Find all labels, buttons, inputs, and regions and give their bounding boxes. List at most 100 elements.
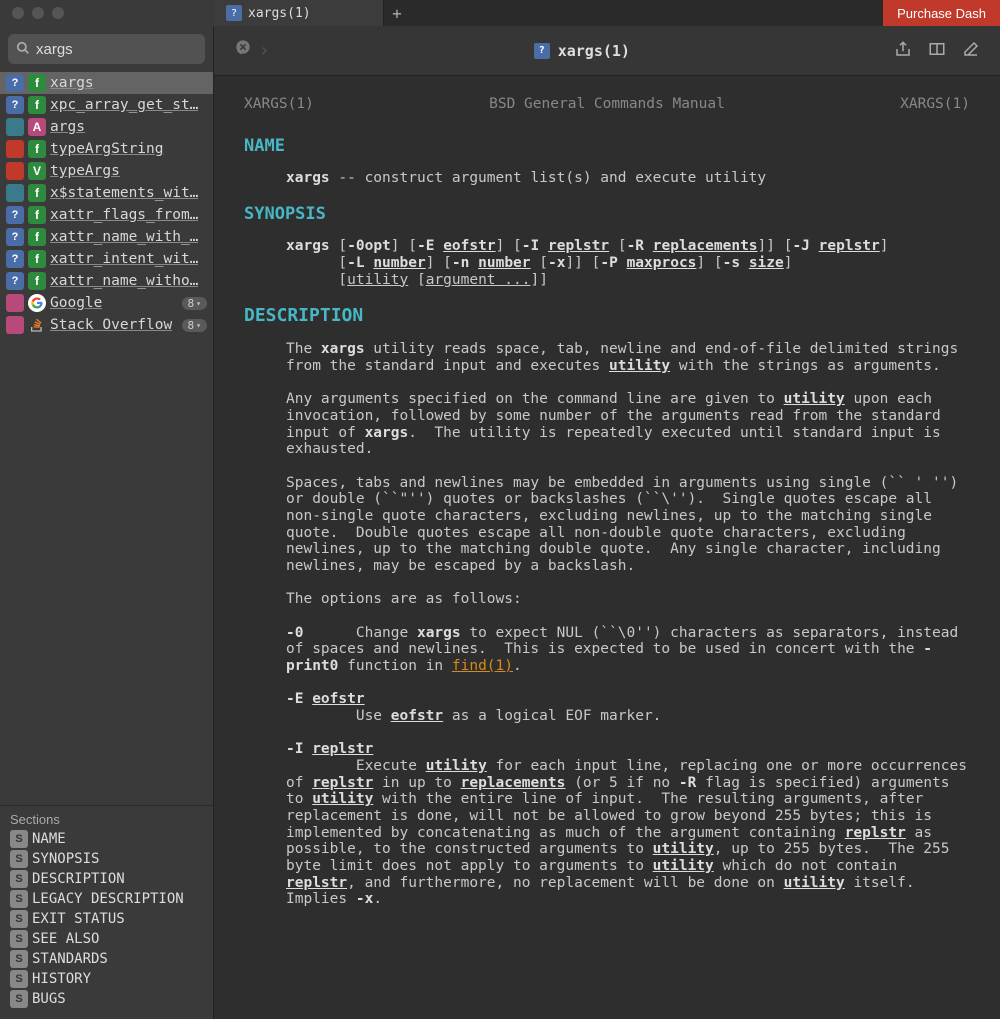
result-label: typeArgs <box>50 163 120 179</box>
section-label: DESCRIPTION <box>32 871 125 887</box>
section-item[interactable]: SSYNOPSIS <box>0 849 213 869</box>
section-item[interactable]: SDESCRIPTION <box>0 869 213 889</box>
result-row[interactable]: Google 8 ▾ <box>0 292 213 314</box>
synopsis-block: xargs [-0opt] [-E eofstr] [-I replstr [-… <box>244 238 970 288</box>
zoom-window[interactable] <box>52 7 64 19</box>
type-icon: A <box>28 118 46 136</box>
docset-icon: ? <box>6 272 24 290</box>
clear-search-icon[interactable] <box>235 39 251 59</box>
type-icon: f <box>28 184 46 202</box>
docset-icon: ? <box>6 206 24 224</box>
docset-icon: ? <box>6 74 24 92</box>
tab-xargs[interactable]: ? xargs(1) <box>214 0 384 26</box>
section-icon: S <box>10 990 28 1008</box>
section-label: HISTORY <box>32 971 91 987</box>
desc-p1: The xargs utility reads space, tab, newl… <box>244 341 970 374</box>
man-header-right: XARGS(1) <box>900 96 970 113</box>
search-input[interactable] <box>36 41 235 58</box>
section-icon: S <box>10 930 28 948</box>
docset-icon: ? <box>6 228 24 246</box>
section-label: EXIT STATUS <box>32 911 125 927</box>
result-label: x$statements_wit… <box>50 185 198 201</box>
desc-p4: The options are as follows: <box>244 591 970 608</box>
result-label: xpc_array_get_st… <box>50 97 198 113</box>
docset-icon <box>6 162 24 180</box>
result-row[interactable]: Aargs <box>0 116 213 138</box>
section-label: STANDARDS <box>32 951 108 967</box>
result-label: xattr_name_witho… <box>50 273 198 289</box>
option-I: -I replstr Execute utility for each inpu… <box>244 741 970 908</box>
result-label: xargs <box>50 75 94 91</box>
section-label: LEGACY DESCRIPTION <box>32 891 184 907</box>
section-item[interactable]: SEXIT STATUS <box>0 909 213 929</box>
result-label: Google <box>50 295 102 311</box>
docset-icon <box>6 316 24 334</box>
new-tab-button[interactable]: + <box>384 0 410 26</box>
manpage-content: XARGS(1) BSD General Commands Manual XAR… <box>214 76 1000 1019</box>
minimize-window[interactable] <box>32 7 44 19</box>
tabs-bar: ? xargs(1) + Purchase Dash <box>214 0 1000 26</box>
option-0: -0 Change xargs to expect NUL (``\0'') c… <box>244 625 970 675</box>
section-item[interactable]: SSEE ALSO <box>0 929 213 949</box>
section-icon: S <box>10 890 28 908</box>
type-icon: f <box>28 206 46 224</box>
type-icon: f <box>28 272 46 290</box>
purchase-button[interactable]: Purchase Dash <box>883 0 1000 26</box>
manpage-icon: ? <box>534 43 550 59</box>
content-header: ‹ › ? xargs(1) <box>214 26 1000 76</box>
bookmark-icon[interactable] <box>928 40 946 62</box>
result-badge[interactable]: 8 ▾ <box>182 319 207 332</box>
docset-icon <box>6 118 24 136</box>
section-icon: S <box>10 970 28 988</box>
section-item[interactable]: SNAME <box>0 829 213 849</box>
docset-icon <box>6 294 24 312</box>
docset-icon: ? <box>6 250 24 268</box>
manpage-icon: ? <box>226 5 242 21</box>
search-field[interactable] <box>8 34 205 64</box>
section-label: SYNOPSIS <box>32 851 99 867</box>
result-row[interactable]: ?fxattr_intent_wit… <box>0 248 213 270</box>
option-E: -E eofstr Use eofstr as a logical EOF ma… <box>244 691 970 724</box>
share-icon[interactable] <box>894 40 912 62</box>
search-results: ?fxargs?fxpc_array_get_st…AargsftypeArgS… <box>0 72 213 336</box>
result-row[interactable]: fx$statements_wit… <box>0 182 213 204</box>
result-row[interactable]: ?fxattr_flags_from… <box>0 204 213 226</box>
find-link[interactable]: find(1) <box>452 658 513 674</box>
page-title: ? xargs(1) <box>270 42 894 60</box>
close-window[interactable] <box>12 7 24 19</box>
section-item[interactable]: SHISTORY <box>0 969 213 989</box>
traffic-lights <box>12 7 64 19</box>
section-label: SEE ALSO <box>32 931 99 947</box>
edit-icon[interactable] <box>962 40 980 62</box>
sections-header: Sections <box>0 805 213 829</box>
nav-forward-button[interactable]: › <box>259 40 270 61</box>
result-label: typeArgString <box>50 141 164 157</box>
result-label: args <box>50 119 85 135</box>
docset-icon: ? <box>6 96 24 114</box>
result-row[interactable]: ?fxpc_array_get_st… <box>0 94 213 116</box>
result-row[interactable]: ftypeArgString <box>0 138 213 160</box>
result-row[interactable]: ?fxattr_name_witho… <box>0 270 213 292</box>
section-item[interactable]: SBUGS <box>0 989 213 1009</box>
type-icon: f <box>28 228 46 246</box>
result-row[interactable]: VtypeArgs <box>0 160 213 182</box>
type-icon <box>28 294 46 312</box>
search-icon <box>16 40 30 59</box>
section-description: DESCRIPTION <box>244 306 970 327</box>
result-row[interactable]: ?fxattr_name_with_… <box>0 226 213 248</box>
type-icon: V <box>28 162 46 180</box>
section-item[interactable]: SSTANDARDS <box>0 949 213 969</box>
result-badge[interactable]: 8 ▾ <box>182 297 207 310</box>
desc-p2: Any arguments specified on the command l… <box>244 391 970 458</box>
result-row[interactable]: ?fxargs <box>0 72 213 94</box>
section-item[interactable]: SLEGACY DESCRIPTION <box>0 889 213 909</box>
section-name: NAME <box>244 137 970 157</box>
tab-title: xargs(1) <box>248 6 311 21</box>
result-label: xattr_flags_from… <box>50 207 198 223</box>
desc-p3: Spaces, tabs and newlines may be embedde… <box>244 475 970 575</box>
section-icon: S <box>10 870 28 888</box>
section-label: NAME <box>32 831 66 847</box>
section-synopsis: SYNOPSIS <box>244 205 970 225</box>
result-label: xattr_name_with_… <box>50 229 198 245</box>
result-row[interactable]: Stack Overflow8 ▾ <box>0 314 213 336</box>
